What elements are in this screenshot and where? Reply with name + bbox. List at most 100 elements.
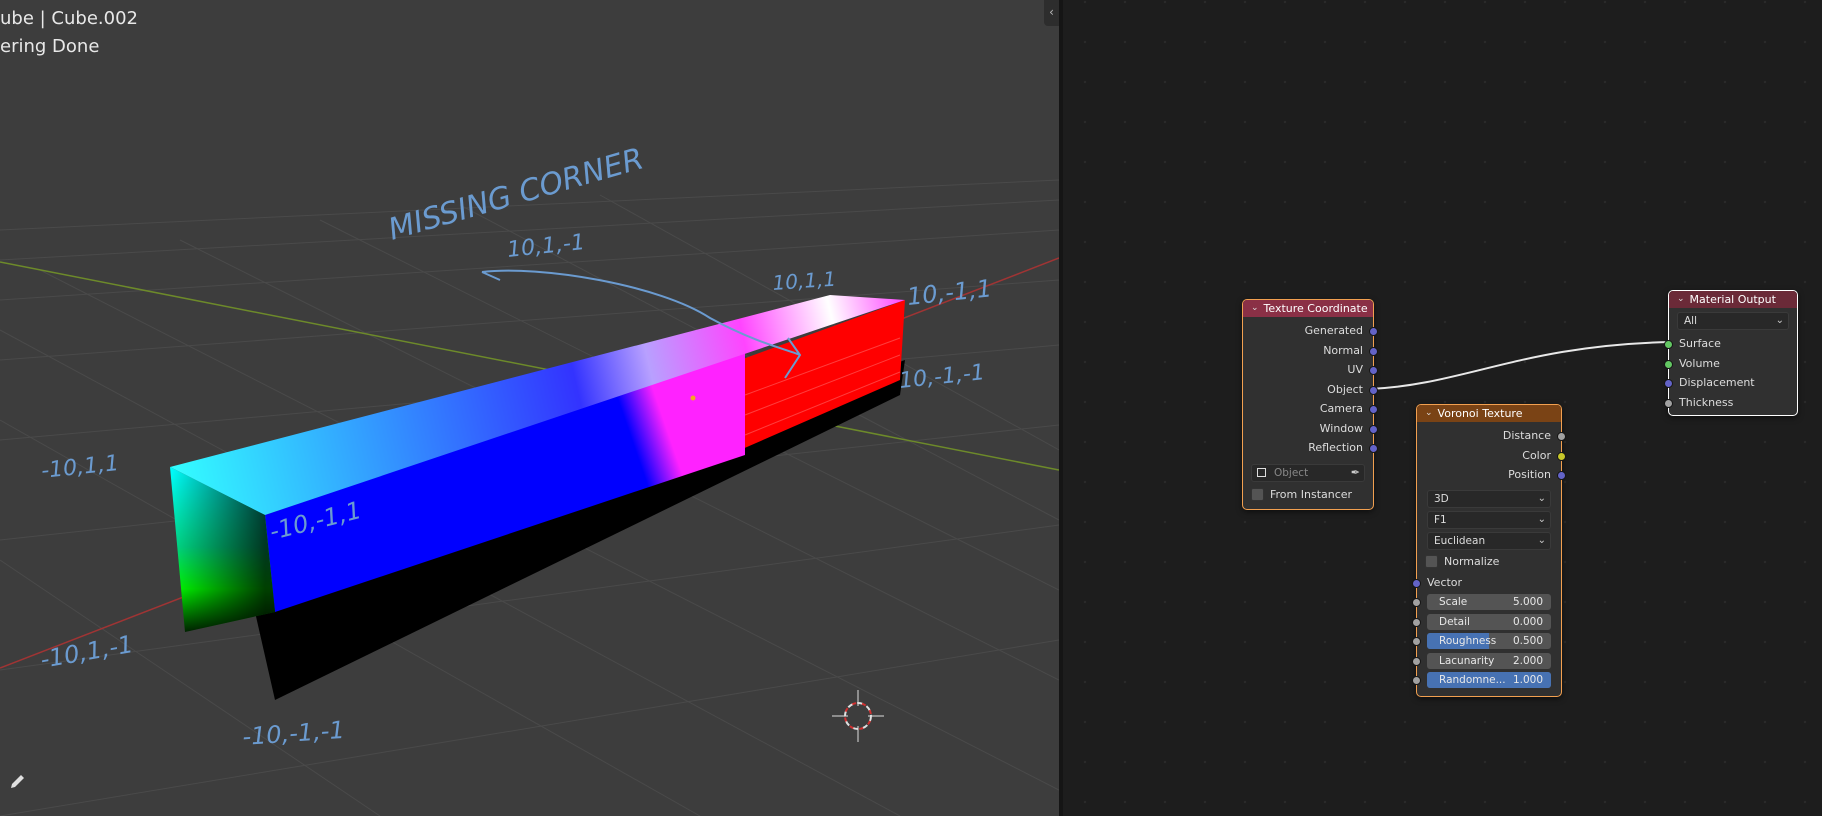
node-header[interactable]: ⌄ Texture Coordinate [1243, 300, 1373, 317]
output-socket-uv[interactable]: UV [1243, 360, 1378, 380]
distance-metric-dropdown[interactable]: Euclidean ⌄ [1427, 531, 1551, 550]
annotate-pencil-icon[interactable] [8, 772, 28, 792]
viewport-render-status: ering Done [0, 36, 100, 57]
link-object-to-surface[interactable] [1369, 341, 1671, 390]
annotation-label-10-1-neg1: 10,1,-1 [506, 230, 586, 263]
color-socket-icon[interactable] [1557, 451, 1566, 461]
input-randomness[interactable]: Randomne... 1.000 [1412, 670, 1561, 690]
object-origin[interactable] [690, 395, 696, 401]
vector-socket-icon[interactable] [1369, 444, 1378, 453]
output-socket-position[interactable]: Position [1417, 465, 1566, 485]
input-detail[interactable]: Detail 0.000 [1412, 612, 1561, 632]
float-socket-icon[interactable] [1412, 656, 1421, 666]
normalize-label: Normalize [1444, 554, 1500, 568]
socket-label: Displacement [1679, 376, 1755, 389]
socket-label: Color [1522, 448, 1551, 462]
collapse-chevron-icon[interactable]: ⌄ [1251, 300, 1259, 317]
output-socket-object[interactable]: Object [1243, 380, 1378, 400]
eyedropper-icon[interactable]: ✒ [1351, 465, 1360, 481]
input-lacunarity[interactable]: Lacunarity 2.000 [1412, 651, 1561, 671]
socket-label: Surface [1679, 337, 1721, 350]
float-socket-icon[interactable] [1557, 432, 1566, 441]
detail-field[interactable]: Detail 0.000 [1427, 613, 1551, 630]
float-socket-icon[interactable] [1412, 637, 1421, 646]
3d-viewport[interactable]: MISSING CORNER 10,1,-1 10,1,1 10,-1,1 10… [0, 0, 1059, 816]
field-value: 0.000 [1512, 615, 1543, 628]
dropdown-value: Euclidean [1434, 534, 1486, 547]
vector-socket-icon[interactable] [1557, 471, 1566, 480]
collapse-chevron-icon[interactable]: ⌄ [1425, 405, 1433, 422]
normalize-checkbox[interactable] [1425, 554, 1438, 568]
field-label: Lacunarity [1439, 654, 1495, 667]
socket-label: Vector [1427, 575, 1463, 589]
object-placeholder: Object [1274, 466, 1309, 479]
from-instancer-checkbox-row[interactable]: From Instancer [1251, 486, 1365, 503]
output-socket-normal[interactable]: Normal [1243, 341, 1378, 361]
input-socket-vector[interactable]: Vector [1412, 573, 1561, 593]
output-socket-camera[interactable]: Camera [1243, 399, 1378, 419]
output-socket-window[interactable]: Window [1243, 419, 1378, 439]
input-roughness[interactable]: Roughness 0.500 [1412, 631, 1561, 651]
vector-socket-icon[interactable] [1369, 366, 1378, 375]
input-socket-volume[interactable]: Volume [1664, 354, 1797, 374]
input-socket-displacement[interactable]: Displacement [1664, 373, 1797, 393]
dropdown-value: F1 [1434, 513, 1447, 526]
material-output-node[interactable]: ⌄ Material Output All ⌄ Surface Volume Di… [1664, 290, 1798, 416]
socket-label: Window [1319, 421, 1363, 435]
float-socket-icon[interactable] [1412, 598, 1421, 607]
float-socket-icon[interactable] [1412, 617, 1421, 627]
roughness-slider[interactable]: Roughness 0.500 [1427, 633, 1551, 649]
output-socket-color[interactable]: Color [1417, 446, 1566, 466]
dropdown-value: 3D [1434, 492, 1449, 505]
randomness-slider[interactable]: Randomne... 1.000 [1427, 672, 1551, 688]
vector-socket-icon[interactable] [1664, 379, 1673, 388]
annotation-label-neg10-neg1-neg1: -10,-1,-1 [241, 716, 345, 751]
shader-socket-icon[interactable] [1664, 359, 1673, 369]
vector-socket-icon[interactable] [1369, 385, 1378, 395]
field-label: Scale [1439, 596, 1468, 608]
output-socket-distance[interactable]: Distance [1417, 426, 1566, 446]
object-icon [1257, 467, 1266, 477]
dimensions-dropdown[interactable]: 3D ⌄ [1427, 489, 1551, 508]
socket-label: Volume [1679, 356, 1720, 370]
viewport-scene[interactable]: MISSING CORNER 10,1,-1 10,1,1 10,-1,1 10… [0, 0, 1059, 816]
voronoi-texture-node[interactable]: ⌄ Voronoi Texture Distance Color Positio… [1412, 404, 1566, 697]
sidebar-collapse-icon[interactable]: ‹ [1044, 0, 1059, 26]
input-scale[interactable]: Scale 5.000 [1412, 592, 1561, 612]
vector-socket-icon[interactable] [1412, 578, 1421, 588]
vector-socket-icon[interactable] [1369, 405, 1378, 414]
node-header[interactable]: ⌄ Voronoi Texture [1417, 405, 1561, 422]
object-selector-field[interactable]: Object ✒ [1251, 463, 1365, 482]
annotation-label-10-neg1-1: 10,-1,1 [906, 274, 993, 311]
node-header[interactable]: ⌄ Material Output [1669, 291, 1797, 308]
dropdown-value: All [1684, 315, 1698, 327]
vector-socket-icon[interactable] [1369, 424, 1378, 434]
output-socket-reflection[interactable]: Reflection [1243, 438, 1378, 458]
feature-dropdown[interactable]: F1 ⌄ [1427, 510, 1551, 529]
output-socket-generated[interactable]: Generated [1243, 321, 1378, 341]
shader-socket-icon[interactable] [1664, 340, 1673, 349]
texture-coordinate-node[interactable]: ⌄ Texture Coordinate Generated Normal UV… [1242, 299, 1378, 510]
socket-label: Object [1327, 382, 1363, 396]
vector-socket-icon[interactable] [1369, 327, 1378, 336]
float-socket-icon[interactable] [1664, 398, 1673, 408]
socket-label: Thickness [1679, 395, 1734, 409]
input-socket-surface[interactable]: Surface [1664, 334, 1797, 354]
vector-socket-icon[interactable] [1369, 346, 1378, 356]
socket-label: UV [1347, 363, 1363, 376]
float-socket-icon[interactable] [1412, 676, 1421, 685]
collapse-chevron-icon[interactable]: ⌄ [1677, 291, 1685, 308]
normalize-checkbox-row[interactable]: Normalize [1425, 553, 1553, 570]
from-instancer-checkbox[interactable] [1251, 487, 1264, 501]
field-value: 0.500 [1512, 635, 1543, 647]
socket-label: Position [1508, 468, 1551, 481]
lacunarity-field[interactable]: Lacunarity 2.000 [1427, 652, 1551, 669]
field-label: Randomne... [1439, 674, 1506, 686]
chevron-down-icon: ⌄ [1775, 315, 1784, 326]
input-socket-thickness[interactable]: Thickness [1664, 393, 1797, 413]
render-target-dropdown[interactable]: All ⌄ [1677, 312, 1789, 330]
3d-cursor[interactable] [832, 690, 884, 742]
node-title: Voronoi Texture [1437, 407, 1523, 420]
shader-node-editor[interactable]: ⌄ Texture Coordinate Generated Normal UV… [1063, 0, 1822, 816]
scale-field[interactable]: Scale 5.000 [1427, 594, 1551, 610]
